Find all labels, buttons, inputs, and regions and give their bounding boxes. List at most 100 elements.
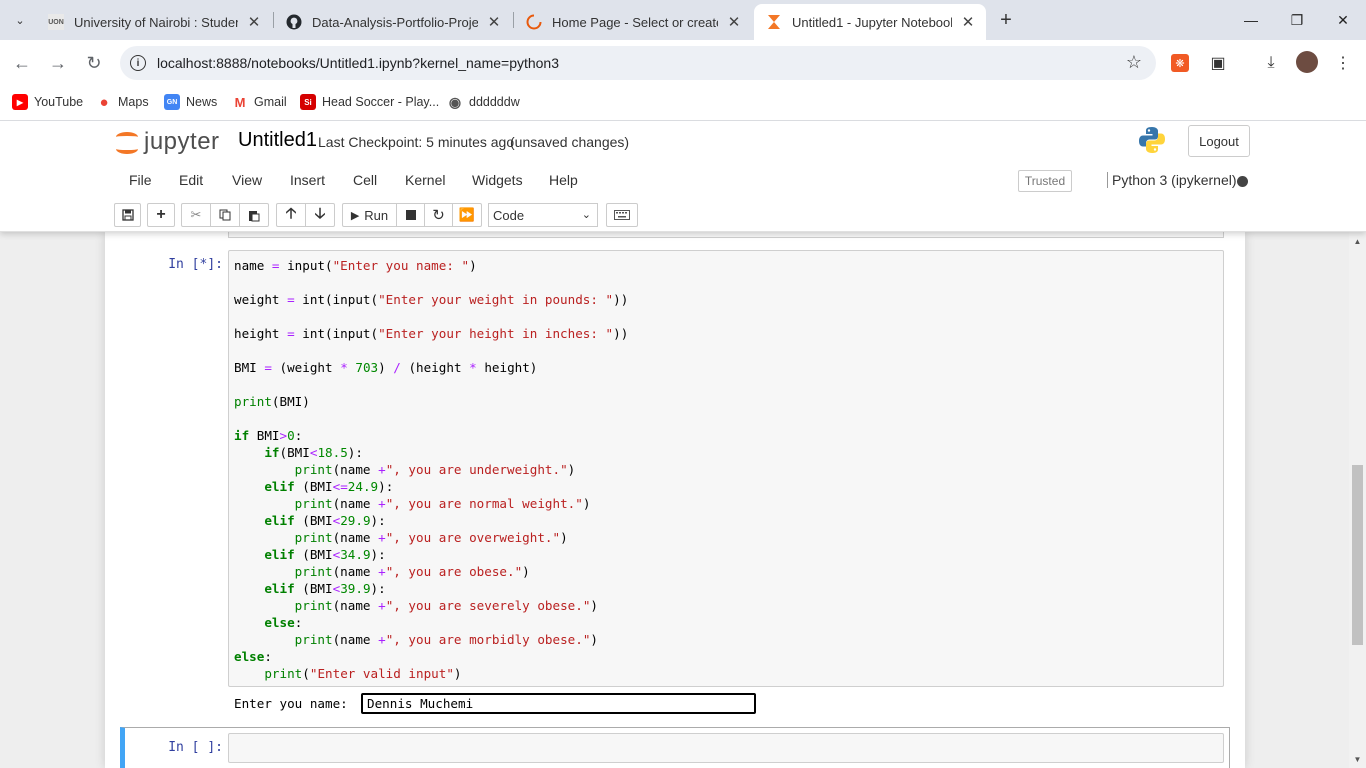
command-palette-button[interactable] bbox=[606, 203, 638, 227]
bookmark-ddddddw[interactable]: ◉ ddddddw bbox=[447, 92, 520, 112]
scissors-icon: ✂ bbox=[190, 207, 202, 222]
code-line: BMI = (weight * 703) / (height * height) bbox=[234, 360, 538, 375]
restore-button[interactable]: ❐ bbox=[1274, 0, 1320, 40]
restart-kernel-button[interactable]: ↻ bbox=[424, 203, 453, 227]
menu-kebab-icon[interactable]: ⋮ bbox=[1332, 52, 1354, 74]
menu-bar: File Edit View Insert Cell Kernel Widget… bbox=[113, 164, 1253, 196]
cut-button[interactable]: ✂ bbox=[181, 203, 211, 227]
interrupt-kernel-button[interactable] bbox=[396, 203, 425, 227]
menu-help[interactable]: Help bbox=[549, 172, 578, 188]
jupyter-logo[interactable]: jupyter bbox=[116, 127, 220, 157]
globe-icon: ◉ bbox=[448, 93, 462, 110]
scroll-down-arrow-icon[interactable]: ▼ bbox=[1349, 752, 1366, 766]
python-logo-icon bbox=[1138, 126, 1166, 154]
jupyter-header: jupyter Untitled1 Last Checkpoint: 5 min… bbox=[0, 121, 1366, 232]
code-cell-input[interactable]: name = input("Enter you name: ") weight … bbox=[228, 250, 1224, 687]
bookmark-gmail[interactable]: M Gmail bbox=[232, 92, 287, 112]
menu-widgets[interactable]: Widgets bbox=[472, 172, 523, 188]
tab-title: Data-Analysis-Portfolio-Projects bbox=[312, 14, 478, 30]
scroll-up-arrow-icon[interactable]: ▲ bbox=[1349, 234, 1366, 248]
checkpoint-status: Last Checkpoint: 5 minutes ago bbox=[318, 134, 515, 150]
download-icon[interactable]: ⤓ bbox=[1260, 52, 1282, 74]
code-line: elif (BMI<=24.9): bbox=[264, 479, 394, 494]
code-line: print(BMI) bbox=[234, 394, 310, 409]
bookmark-label: ddddddw bbox=[469, 95, 520, 109]
menu-edit[interactable]: Edit bbox=[179, 172, 203, 188]
copy-button[interactable] bbox=[210, 203, 240, 227]
cell-type-value: Code bbox=[493, 207, 525, 223]
tab-jupyter[interactable]: Untitled1 - Jupyter Notebook ✕ bbox=[754, 4, 986, 40]
insert-cell-button[interactable]: + bbox=[147, 203, 175, 227]
bookmark-youtube[interactable]: ▶ YouTube bbox=[12, 92, 83, 112]
bookmarks-bar: ▶ YouTube ● Maps GN News M Gmail Si Head… bbox=[0, 86, 1366, 121]
code-line: print(name +", you are normal weight.") bbox=[294, 496, 591, 511]
extensions-puzzle-icon[interactable]: ▣ bbox=[1207, 52, 1229, 74]
close-window-button[interactable]: ✕ bbox=[1320, 0, 1366, 40]
bookmark-label: News bbox=[186, 95, 218, 109]
stdin-input-field[interactable]: Dennis Muchemi bbox=[361, 693, 756, 714]
cell-prompt-running: In [*]: bbox=[168, 257, 223, 272]
forward-button[interactable]: → bbox=[46, 51, 70, 75]
paste-button[interactable] bbox=[239, 203, 269, 227]
back-button[interactable]: ← bbox=[10, 51, 34, 75]
run-button[interactable]: ▶ Run bbox=[342, 203, 397, 227]
loading-icon bbox=[526, 14, 542, 30]
logout-button[interactable]: Logout bbox=[1188, 125, 1250, 157]
empty-code-cell-input[interactable] bbox=[228, 733, 1224, 763]
code-line: else: bbox=[234, 649, 272, 664]
bookmark-star-icon[interactable]: ☆ bbox=[1126, 52, 1142, 73]
youtube-icon: ▶ bbox=[12, 94, 28, 110]
stdin-prompt-label: Enter you name: bbox=[234, 696, 356, 711]
kernel-name[interactable]: Python 3 (ipykernel) bbox=[1107, 172, 1237, 188]
notebook-name[interactable]: Untitled1 bbox=[238, 129, 317, 152]
bookmark-news[interactable]: GN News bbox=[164, 92, 217, 112]
close-tab-icon[interactable]: ✕ bbox=[960, 14, 976, 31]
code-line: print(name +", you are overweight.") bbox=[294, 530, 568, 545]
uon-favicon-icon: UON bbox=[48, 14, 64, 30]
tab-uon[interactable]: UON University of Nairobi : Students ✕ bbox=[36, 4, 272, 40]
scroll-thumb[interactable] bbox=[1352, 465, 1363, 645]
tab-search-button[interactable]: ⌄ bbox=[8, 8, 32, 32]
menu-view[interactable]: View bbox=[232, 172, 262, 188]
copy-icon bbox=[219, 209, 231, 221]
new-tab-button[interactable]: + bbox=[994, 8, 1018, 32]
bookmark-head-soccer[interactable]: Si Head Soccer - Play... bbox=[300, 92, 439, 112]
code-line: name = input("Enter you name: ") bbox=[234, 258, 477, 273]
close-tab-icon[interactable]: ✕ bbox=[246, 14, 262, 31]
restart-run-all-button[interactable]: ⏩ bbox=[452, 203, 482, 227]
menu-insert[interactable]: Insert bbox=[290, 172, 325, 188]
address-url: localhost:8888/notebooks/Untitled1.ipynb… bbox=[157, 55, 560, 71]
hourglass-icon bbox=[766, 14, 782, 30]
close-tab-icon[interactable]: ✕ bbox=[486, 14, 502, 31]
code-line: print(name +", you are severely obese.") bbox=[294, 598, 598, 613]
site-info-icon[interactable]: i bbox=[130, 55, 146, 71]
tab-home-page[interactable]: Home Page - Select or create a ✕ bbox=[514, 4, 752, 40]
fast-forward-icon: ⏩ bbox=[458, 207, 476, 222]
code-line: elif (BMI<34.9): bbox=[264, 547, 386, 562]
code-line: weight = int(input("Enter your weight in… bbox=[234, 292, 629, 307]
address-bar[interactable]: i localhost:8888/notebooks/Untitled1.ipy… bbox=[120, 46, 1156, 80]
trusted-indicator[interactable]: Trusted bbox=[1018, 170, 1072, 192]
reload-button[interactable]: ↻ bbox=[82, 51, 106, 75]
move-up-button[interactable]: 🡡 bbox=[276, 203, 306, 227]
close-tab-icon[interactable]: ✕ bbox=[726, 14, 742, 31]
bookmark-label: YouTube bbox=[34, 95, 84, 109]
tab-title: Home Page - Select or create a bbox=[552, 14, 718, 30]
bookmark-maps[interactable]: ● Maps bbox=[96, 92, 149, 112]
menu-file[interactable]: File bbox=[129, 172, 152, 188]
profile-avatar[interactable] bbox=[1296, 51, 1318, 73]
cell-type-select[interactable]: Code ⌄ bbox=[488, 203, 598, 227]
code-line: if BMI>0: bbox=[234, 428, 303, 443]
move-down-button[interactable]: 🡣 bbox=[305, 203, 335, 227]
extension-icon[interactable]: ❋ bbox=[1171, 54, 1189, 72]
tab-github[interactable]: Data-Analysis-Portfolio-Projects ✕ bbox=[274, 4, 512, 40]
run-label: Run bbox=[364, 207, 389, 223]
save-button[interactable] bbox=[114, 203, 141, 227]
page-scrollbar[interactable]: ▲ ▼ bbox=[1349, 232, 1366, 768]
code-line: elif (BMI<39.9): bbox=[264, 581, 386, 596]
menu-cell[interactable]: Cell bbox=[353, 172, 377, 188]
bookmark-label: Maps bbox=[118, 95, 149, 109]
tab-title: University of Nairobi : Students bbox=[74, 14, 238, 30]
minimize-button[interactable]: — bbox=[1228, 0, 1274, 40]
menu-kernel[interactable]: Kernel bbox=[405, 172, 445, 188]
